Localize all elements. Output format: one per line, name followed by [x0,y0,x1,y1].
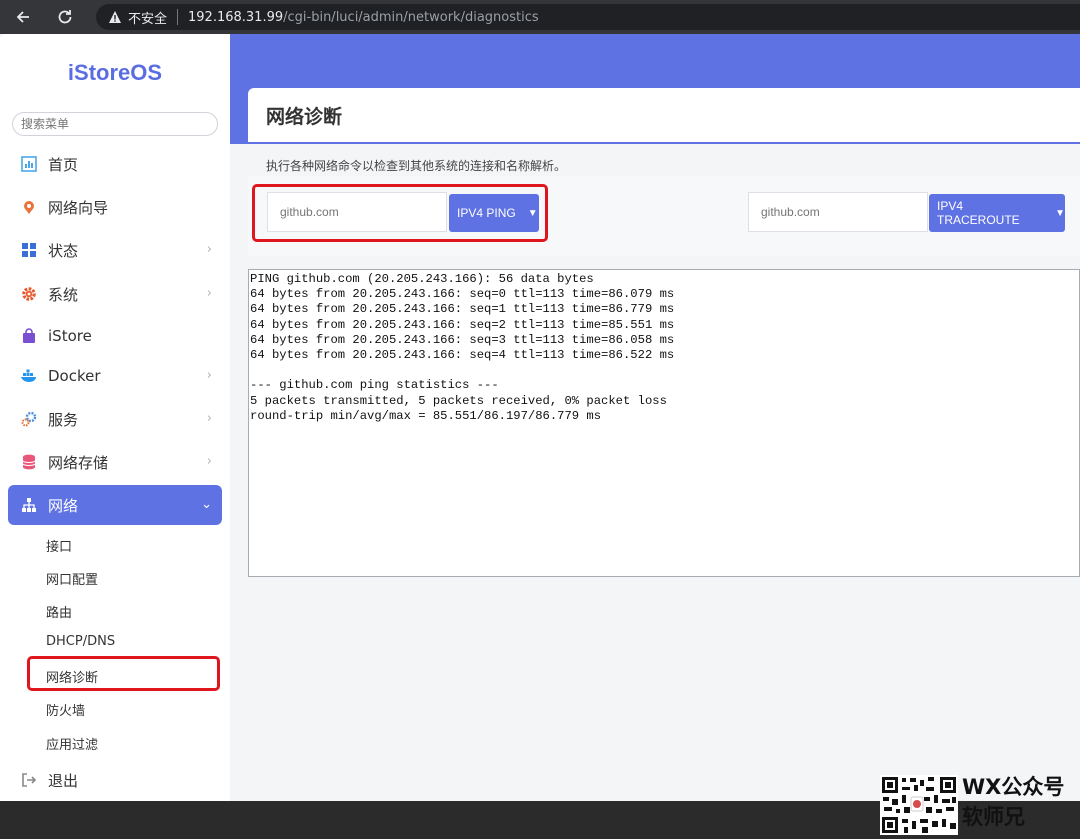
menu-search-input[interactable] [12,112,218,136]
submenu-item-interfaces[interactable]: 接口 [46,536,72,555]
submenu-item-app-filter[interactable]: 应用过滤 [46,734,98,753]
database-icon [20,453,38,471]
url-host: 192.168.31.99 [188,9,284,25]
docker-icon [20,367,38,385]
chevron-right-icon: › [206,368,212,383]
page-title: 网络诊断 [266,106,343,128]
sidebar-item-network-wizard[interactable]: 网络向导 [8,187,222,227]
address-divider [177,9,179,25]
reload-icon[interactable] [54,6,76,28]
traceroute-button-label: IPV4 TRACEROUTE [937,199,1020,227]
back-arrow-icon[interactable] [12,6,34,28]
bag-icon [20,327,38,345]
app-frame: iStoreOS 首页 网络向导 状态 › 系统 › [0,34,1080,835]
logo: iStoreOS [67,60,163,85]
watermark-line2: 软师兄 [962,805,1025,829]
warning-icon [109,11,121,23]
cogs-icon [20,410,38,428]
chevron-right-icon: › [206,411,212,426]
chevron-right-icon: › [206,286,212,301]
qr-code [880,775,958,835]
traceroute-host-input[interactable] [748,192,928,232]
submenu-item-dhcp-dns[interactable]: DHCP/DNS [46,634,115,649]
highlight-box [252,184,548,242]
sidebar-item-storage[interactable]: 网络存储 › [8,442,222,482]
grid-icon [20,241,38,259]
submenu-item-firewall[interactable]: 防火墙 [46,700,85,719]
url-path: /cgi-bin/luci/admin/network/diagnostics [283,9,539,25]
sidebar-item-label: 网络存储 [48,453,109,472]
sidebar-item-home[interactable]: 首页 [8,144,222,184]
address-bar[interactable]: 不安全 192.168.31.99/cgi-bin/luci/admin/net… [96,4,1080,30]
browser-toolbar: 不安全 192.168.31.99/cgi-bin/luci/admin/net… [0,0,1080,34]
logout-icon [20,771,38,789]
sidebar-item-label: 网络向导 [48,198,109,217]
sidebar-item-network[interactable]: 网络 ⌄ [8,485,222,525]
sidebar: iStoreOS 首页 网络向导 状态 › 系统 › [0,34,230,801]
sidebar-item-label: iStore [48,327,92,345]
chevron-down-icon: ⌄ [201,497,212,512]
security-label: 不安全 [128,11,168,27]
caret-down-icon: ▼ [1055,207,1065,219]
location-pin-icon [20,198,38,216]
sidebar-item-label: 系统 [48,285,79,304]
sidebar-item-system[interactable]: 系统 › [8,274,222,314]
page-description: 执行各种网络命令以检查到其他系统的连接和名称解析。 [266,159,567,173]
sidebar-item-logout[interactable]: 退出 [8,760,222,800]
security-warning[interactable]: 不安全 [108,8,167,27]
network-tree-icon [20,496,38,514]
chevron-right-icon: › [206,242,212,257]
watermark-line1: WX公众号 [962,775,1065,799]
chevron-right-icon: › [206,454,212,469]
sidebar-item-docker[interactable]: Docker › [8,356,222,396]
title-card [248,88,1080,142]
sidebar-item-label: 网络 [48,496,79,515]
sidebar-item-label: 退出 [48,771,79,790]
sidebar-item-label: 状态 [48,241,79,260]
sidebar-item-label: Docker [48,367,101,385]
submenu-item-routes[interactable]: 路由 [46,602,72,621]
highlight-box [27,656,220,691]
sidebar-item-status[interactable]: 状态 › [8,230,222,270]
submenu-item-port-config[interactable]: 网口配置 [46,569,98,588]
traceroute-button[interactable]: IPV4 TRACEROUTE ▼ [929,194,1065,232]
watermark-text: WX公众号 软师兄 [962,772,1064,832]
dashboard-icon [20,155,38,173]
sidebar-item-label: 服务 [48,410,79,429]
command-output: PING github.com (20.205.243.166): 56 dat… [248,269,1080,577]
sidebar-item-services[interactable]: 服务 › [8,399,222,439]
gear-icon [20,285,38,303]
sidebar-item-label: 首页 [48,155,79,174]
sidebar-item-istore[interactable]: iStore [8,316,222,356]
